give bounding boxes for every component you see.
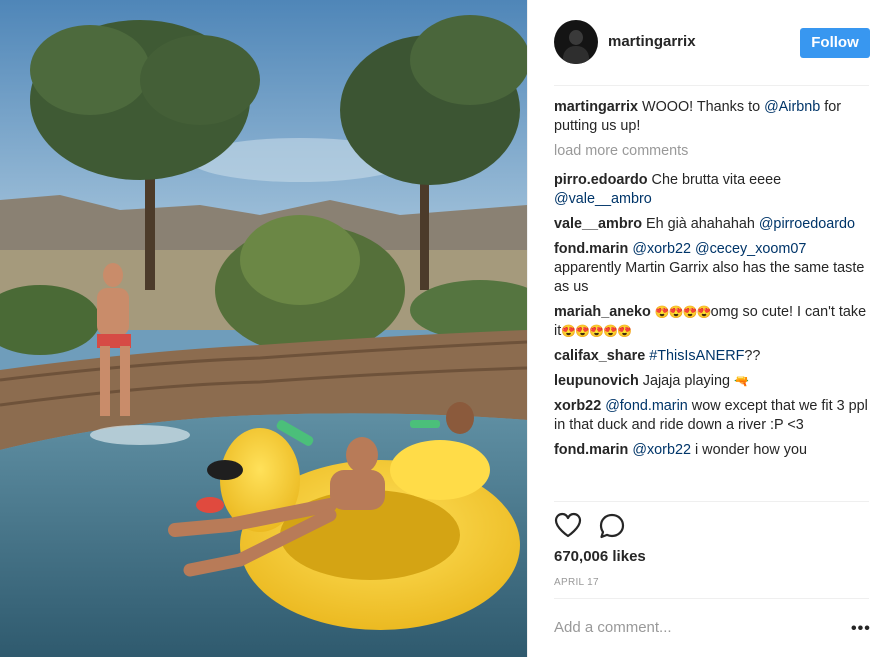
- comment-text: Che brutta vita eeee: [651, 172, 782, 188]
- avatar-head: [569, 30, 583, 45]
- comment-text: wow except that we fit 3 ppl in that duc…: [554, 398, 868, 433]
- comment-username[interactable]: califax_share: [554, 348, 645, 364]
- header-divider: [554, 85, 869, 86]
- comment-item: vale__ambro Eh già ahahahah @pirroedoard…: [554, 215, 870, 234]
- comment-item: fond.marin @xorb22 @cecey_xoom07 apparen…: [554, 240, 870, 297]
- comment-text: i wonder how you: [690, 442, 807, 458]
- post-date: APRIL 17: [554, 577, 599, 588]
- comment-username[interactable]: fond.marin: [554, 241, 628, 257]
- comment-item: mariah_aneko 😍😍😍😍omg so cute! I can't ta…: [554, 303, 870, 341]
- caption: martingarrix WOOO! Thanks to @Airbnb for…: [554, 98, 870, 136]
- load-more-comments-link[interactable]: load more comments: [554, 142, 870, 161]
- comment-emoji: 😍😍😍😍: [654, 305, 712, 319]
- comments-divider: [554, 501, 869, 502]
- comment-item: fond.marin @xorb22 i wonder how you: [554, 441, 870, 460]
- comments-list: martingarrix WOOO! Thanks to @Airbnb for…: [554, 98, 870, 501]
- comment-text: Jajaja playing: [642, 373, 734, 389]
- comment-username[interactable]: pirro.edoardo: [554, 172, 648, 188]
- comment-item: pirro.edoardo Che brutta vita eeee @vale…: [554, 171, 870, 209]
- add-comment-input[interactable]: Add a comment...: [554, 619, 672, 636]
- caption-text-before: WOOO! Thanks to: [641, 99, 765, 115]
- follow-button[interactable]: Follow: [800, 28, 870, 58]
- post-username[interactable]: martingarrix: [608, 33, 696, 50]
- comment-item: xorb22 @fond.marin wow except that we fi…: [554, 397, 870, 435]
- comment-mention[interactable]: @vale__ambro: [554, 191, 652, 207]
- likes-count[interactable]: 670,006 likes: [554, 548, 646, 565]
- comment-username[interactable]: xorb22: [554, 398, 601, 414]
- comment-username[interactable]: leupunovich: [554, 373, 639, 389]
- comment-emoji: 🔫: [733, 374, 749, 388]
- post-photo[interactable]: [0, 0, 527, 657]
- comment-bubble-icon[interactable]: [598, 512, 626, 540]
- more-options-icon[interactable]: •••: [851, 620, 871, 638]
- comment-item: leupunovich Jajaja playing 🔫: [554, 372, 870, 391]
- comment-mention[interactable]: @fond.marin: [605, 398, 688, 414]
- comment-item: califax_share #ThisIsANERF??: [554, 347, 870, 366]
- comment-username[interactable]: vale__ambro: [554, 216, 642, 232]
- post-details-panel: martingarrix Follow martingarrix WOOO! T…: [527, 0, 879, 657]
- comment-emoji: 😍😍😍😍😍: [561, 324, 632, 338]
- avatar-body: [563, 46, 589, 64]
- add-comment-divider: [554, 598, 869, 599]
- comment-mention[interactable]: @xorb22: [632, 442, 691, 458]
- comment-username[interactable]: fond.marin: [554, 442, 628, 458]
- caption-username[interactable]: martingarrix: [554, 99, 638, 115]
- caption-mention[interactable]: @Airbnb: [764, 99, 820, 115]
- comment-mention[interactable]: @xorb22: [632, 241, 691, 257]
- pool-duck-photo: [0, 0, 527, 657]
- comment-text: apparently Martin Garrix also has the sa…: [554, 260, 865, 295]
- comment-entries: pirro.edoardo Che brutta vita eeee @vale…: [554, 171, 870, 460]
- comment-mention[interactable]: @cecey_xoom07: [695, 241, 806, 257]
- post-header: martingarrix Follow: [528, 0, 879, 85]
- heart-icon[interactable]: [554, 512, 582, 538]
- comment-text: Eh già ahahahah: [646, 216, 759, 232]
- avatar[interactable]: [554, 20, 598, 64]
- comment-text: ??: [744, 348, 761, 364]
- comment-mention[interactable]: @pirroedoardo: [759, 216, 855, 232]
- comment-username[interactable]: mariah_aneko: [554, 304, 651, 320]
- comment-mention[interactable]: #ThisIsANERF: [649, 348, 744, 364]
